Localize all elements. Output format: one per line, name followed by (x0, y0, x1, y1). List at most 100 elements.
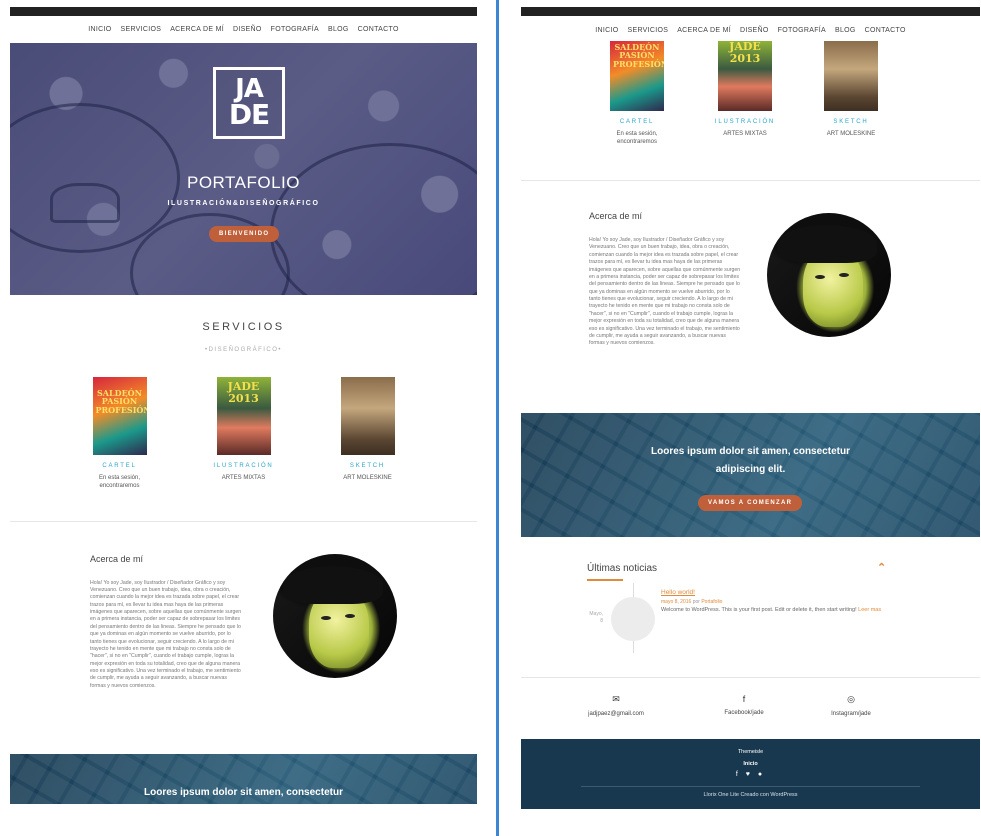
cartel-poster-text: SALDEÓN PASIÓN PROFESIÓN (613, 42, 664, 69)
instagram-icon: ◎ (847, 694, 855, 704)
profile-eye (345, 613, 355, 618)
ilustracion-poster-text: JADE 2013 (227, 380, 260, 405)
nav-servicios[interactable]: SERVICIOS (628, 27, 669, 34)
nav-fotografia[interactable]: FOTOGRAFÍA (271, 26, 319, 33)
hero-title: PORTAFOLIO (186, 173, 300, 192)
footer-social-icons[interactable]: f ♥ ● (521, 771, 980, 778)
sketch-poster-image[interactable] (824, 41, 878, 111)
services-section: SERVICIOS •DISEÑOGRÁFICO• SALDEÓN PASIÓN… (10, 295, 477, 491)
banner-text-line2: adipiscing elit. (715, 464, 786, 475)
profile-photo (273, 553, 397, 678)
service-name[interactable]: ILUSTRACIÓN (204, 463, 284, 469)
service-desc: ARTES MIXTAS (221, 475, 266, 481)
service-card-sketch[interactable]: SKETCH ART MOLESKINE (328, 377, 408, 491)
cartel-poster-image[interactable]: SALDEÓN PASIÓN PROFESIÓN (610, 41, 664, 111)
contact-facebook-text: Facebook/jade (724, 710, 764, 716)
news-section: Últimas noticias ⌃ Mayo, 8 Hello world! … (521, 537, 980, 677)
nav-blog[interactable]: BLOG (328, 26, 349, 33)
contact-instagram[interactable]: ◎ Instagram/jade (796, 694, 906, 717)
post-by: por (692, 599, 700, 605)
service-desc: En esta sesión, encontraremos (616, 131, 658, 145)
service-card-cartel[interactable]: SALDEÓN PASIÓN PROFESIÓN CARTEL En esta … (597, 41, 677, 147)
about-title: Acerca de mí (90, 553, 144, 564)
nav-acerca[interactable]: ACERCA DE MÍ (677, 27, 731, 34)
about-body: Hola! Yo soy Jade, soy Ilustrador / Dise… (90, 579, 242, 689)
profile-hair (283, 565, 383, 604)
service-desc: ART MOLESKINE (826, 131, 876, 137)
services-cards: SALDEÓN PASIÓN PROFESIÓN CARTEL En esta … (10, 377, 477, 491)
nav-blog[interactable]: BLOG (835, 27, 856, 34)
footer-credits: Llorix One Lite Creado con WordPress (703, 792, 798, 798)
footer-home-link[interactable]: Inicio (521, 761, 980, 767)
contact-email-text: jadjpaez@gmail.com (588, 711, 644, 717)
nav-contacto[interactable]: CONTACTO (358, 26, 399, 33)
profile-hair (777, 225, 877, 263)
contact-facebook[interactable]: f Facebook/jade (689, 694, 799, 716)
top-bar (10, 7, 477, 16)
ilustracion-poster-image[interactable]: JADE 2013 (216, 377, 271, 455)
nav-contacto[interactable]: CONTACTO (865, 27, 906, 34)
jade-logo[interactable]: JA DE (213, 67, 285, 139)
profile-eye (815, 275, 825, 279)
service-name[interactable]: CARTEL (597, 119, 677, 125)
service-desc: ART MOLESKINE (343, 475, 392, 481)
cta-banner: Loores ipsum dolor sit amen, consectetur… (521, 413, 980, 537)
post-date-badge: Mayo, 8 (573, 611, 603, 624)
timeline-circle (611, 597, 655, 641)
welcome-button[interactable]: BIENVENIDO (209, 226, 280, 242)
post-author[interactable]: Portafolio (701, 599, 722, 605)
cartel-poster-text: SALDEÓN PASIÓN PROFESIÓN (95, 388, 147, 415)
post-date-day: 8 (600, 617, 603, 624)
service-name[interactable]: ILUSTRACIÓN (705, 119, 785, 125)
services-subtitle: •DISEÑOGRÁFICO• (204, 347, 283, 353)
service-name[interactable]: SKETCH (811, 119, 891, 125)
read-more-link[interactable]: Leer mas (858, 607, 881, 613)
services-cards-continued: SALDEÓN PASIÓN PROFESIÓN CARTEL En esta … (521, 41, 980, 180)
screenshot-canvas: INICIO SERVICIOS ACERCA DE MÍ DISEÑO FOT… (0, 0, 981, 836)
chevron-up-icon[interactable]: ⌃ (877, 561, 886, 574)
about-section: Acerca de mí Hola! Yo soy Jade, soy Ilus… (10, 522, 477, 754)
contact-email[interactable]: ✉ jadjpaez@gmail.com (561, 694, 671, 717)
logo-text-bottom: DE (228, 98, 270, 132)
service-name[interactable]: CARTEL (80, 463, 160, 469)
nav-acerca[interactable]: ACERCA DE MÍ (170, 26, 224, 33)
post-excerpt-text: Welcome to WordPress. This is your first… (661, 607, 857, 613)
footer-theme-link[interactable]: Themeisle (521, 749, 980, 755)
post-excerpt: Welcome to WordPress. This is your first… (661, 607, 901, 614)
nav-diseno[interactable]: DISEÑO (740, 27, 769, 34)
profile-eye (839, 273, 849, 277)
ilustracion-poster-text: JADE 2013 (729, 41, 761, 65)
service-name[interactable]: SKETCH (328, 463, 408, 469)
nav-diseno[interactable]: DISEÑO (233, 26, 262, 33)
service-desc: En esta sesión, encontraremos (98, 475, 141, 489)
profile-photo (767, 213, 891, 337)
nav-servicios[interactable]: SERVICIOS (121, 26, 162, 33)
footer-divider (581, 786, 920, 787)
facebook-icon: f (742, 694, 746, 704)
nav-inicio[interactable]: INICIO (595, 27, 618, 34)
post-date[interactable]: mayo 8, 2016 (661, 599, 691, 605)
column-divider (496, 0, 499, 836)
news-title-underline (587, 579, 623, 581)
nav-fotografia[interactable]: FOTOGRAFÍA (778, 27, 826, 34)
service-card-ilustracion[interactable]: JADE 2013 ILUSTRACIÓN ARTES MIXTAS (705, 41, 785, 139)
page-view-top: INICIO SERVICIOS ACERCA DE MÍ DISEÑO FOT… (10, 7, 477, 811)
hero-illustration (270, 143, 477, 295)
main-nav: INICIO SERVICIOS ACERCA DE MÍ DISEÑO FOT… (10, 16, 477, 43)
main-nav: INICIO SERVICIOS ACERCA DE MÍ DISEÑO FOT… (521, 16, 980, 44)
banner-text-line1: Loores ipsum dolor sit amen, consectetur (651, 446, 850, 457)
service-card-ilustracion[interactable]: JADE 2013 ILUSTRACIÓN ARTES MIXTAS (204, 377, 284, 491)
services-title: SERVICIOS (202, 321, 285, 333)
service-card-sketch[interactable]: SKETCH ART MOLESKINE (811, 41, 891, 139)
post-title-link[interactable]: Hello world! (661, 589, 695, 596)
ilustracion-poster-image[interactable]: JADE 2013 (718, 41, 772, 111)
nav-inicio[interactable]: INICIO (88, 26, 111, 33)
cartel-poster-image[interactable]: SALDEÓN PASIÓN PROFESIÓN (92, 377, 147, 455)
about-section: Acerca de mí Hola! Yo soy Jade, soy Ilus… (521, 181, 980, 413)
start-button[interactable]: VAMOS A COMENZAR (698, 495, 803, 511)
top-bar (521, 7, 980, 16)
service-card-cartel[interactable]: SALDEÓN PASIÓN PROFESIÓN CARTEL En esta … (80, 377, 160, 491)
envelope-icon: ✉ (612, 694, 620, 704)
hero-subtitle: ILUSTRACIÓN&DISEÑOGRÁFICO (167, 200, 320, 207)
sketch-poster-image[interactable] (340, 377, 395, 455)
